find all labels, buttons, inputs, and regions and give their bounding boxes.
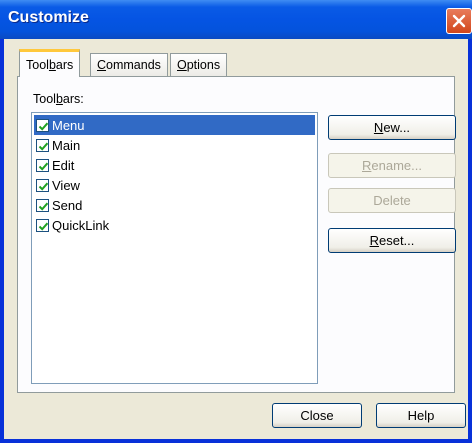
- title-bar[interactable]: Customize: [0, 0, 472, 39]
- reset-toolbar-button[interactable]: Reset...: [328, 228, 456, 253]
- window-title: Customize: [8, 9, 89, 26]
- checkmark-icon: [38, 162, 49, 171]
- list-item-label: Send: [52, 197, 83, 213]
- checkbox[interactable]: [36, 138, 49, 152]
- list-item-label: Menu: [52, 117, 85, 133]
- tab-options[interactable]: Options: [170, 53, 228, 76]
- tab-commands[interactable]: Commands: [90, 53, 168, 76]
- delete-toolbar-button[interactable]: Delete: [328, 188, 456, 213]
- checkmark-icon: [38, 182, 49, 191]
- close-button[interactable]: Close: [272, 403, 362, 428]
- toolbars-list-label: Toolbars:: [33, 92, 84, 106]
- checkmark-icon: [38, 142, 49, 151]
- checkmark-icon: [38, 122, 49, 131]
- list-item-label: Edit: [52, 157, 75, 173]
- checkmark-icon: [38, 222, 49, 231]
- help-button[interactable]: Help: [376, 403, 466, 428]
- list-item[interactable]: Menu: [34, 115, 315, 135]
- list-item[interactable]: View: [34, 175, 315, 195]
- close-window-button[interactable]: [446, 8, 472, 34]
- checkbox[interactable]: [36, 198, 49, 212]
- list-item[interactable]: Send: [34, 195, 315, 215]
- checkbox[interactable]: [36, 158, 49, 172]
- list-item[interactable]: Edit: [34, 155, 315, 175]
- toolbars-listbox[interactable]: Menu Main Edit View Send QuickLink: [31, 112, 318, 384]
- checkmark-icon: [38, 202, 49, 211]
- list-item[interactable]: QuickLink: [34, 215, 315, 235]
- list-item-label: Main: [52, 137, 81, 153]
- checkbox[interactable]: [36, 178, 49, 192]
- new-toolbar-button[interactable]: New...: [328, 115, 456, 140]
- list-item[interactable]: Main: [34, 135, 315, 155]
- list-item-label: View: [52, 177, 80, 193]
- rename-toolbar-button[interactable]: Rename...: [328, 153, 456, 178]
- tab-toolbars[interactable]: Toolbars: [19, 49, 81, 77]
- checkbox[interactable]: [36, 218, 49, 232]
- checkbox[interactable]: [36, 118, 49, 132]
- list-item-label: QuickLink: [52, 217, 110, 233]
